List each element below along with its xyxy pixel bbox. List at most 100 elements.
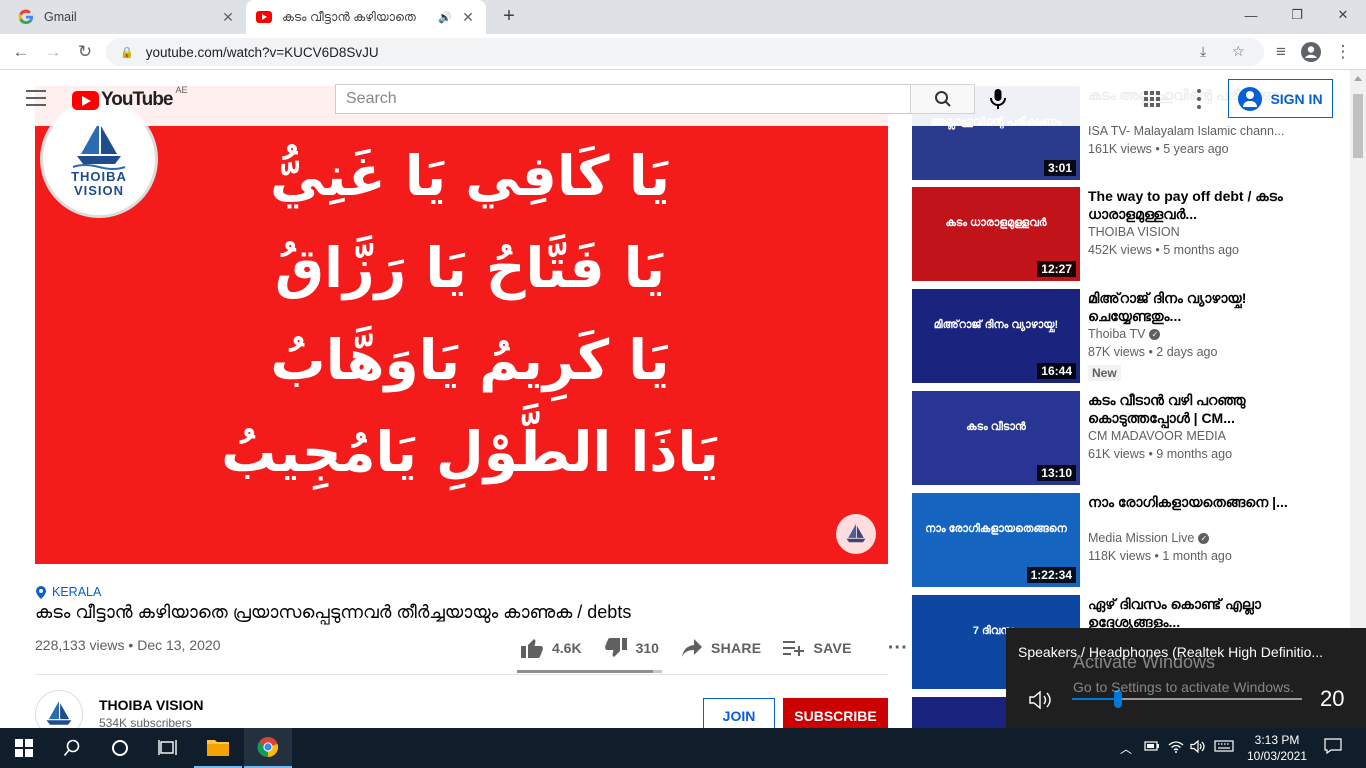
youtube-logo[interactable]: YouTube AE xyxy=(72,85,187,111)
folder-icon xyxy=(207,740,229,756)
task-view-button[interactable] xyxy=(144,728,192,768)
save-button[interactable]: SAVE xyxy=(783,639,851,657)
restore-icon[interactable]: ❐ xyxy=(1274,0,1320,30)
share-button[interactable]: SHARE xyxy=(681,638,762,658)
country-code: AE xyxy=(175,85,188,95)
search-icon xyxy=(63,739,80,757)
file-explorer-button[interactable] xyxy=(194,728,242,768)
scrollbar-thumb[interactable] xyxy=(1353,94,1363,158)
recommended-video-title[interactable]: മിഅ്‌റാജ് ദിനം വ്യാഴായ്ച! ചെയ്യേണ്ടതും..… xyxy=(1088,289,1318,325)
recommended-video-title[interactable]: നാം രോഗികളായതെങ്ങനെ |... xyxy=(1088,493,1318,511)
recommended-channel-name[interactable]: Thoiba TV ✓ xyxy=(1088,327,1161,341)
hamburger-menu-icon[interactable] xyxy=(26,90,46,106)
battery-icon[interactable] xyxy=(1144,740,1160,755)
video-thumbnail[interactable]: മിഅ്‌റാജ് ദിനം വ്യാഴായ്ച! 16:44 xyxy=(912,289,1080,383)
chrome-menu-icon[interactable]: ⋮ xyxy=(1330,39,1356,65)
logo-line-1: THOIBA xyxy=(71,169,127,184)
start-button[interactable] xyxy=(0,728,48,768)
dislike-button[interactable]: 310 xyxy=(604,637,659,659)
arabic-text: يَا كَافِي يَا غَنِيُّ يَا فَتَّاحُ يَا … xyxy=(175,130,765,498)
wifi-icon[interactable] xyxy=(1168,740,1184,756)
recommended-channel-name[interactable]: Media Mission Live ✓ xyxy=(1088,531,1210,545)
channel-watermark[interactable] xyxy=(836,514,876,554)
channel-name-text: THOIBA VISION xyxy=(1088,225,1180,239)
playlist-add-icon xyxy=(783,641,805,656)
video-thumbnail[interactable]: നാം രോഗികളായതെങ്ങനെ 1:22:34 xyxy=(912,493,1080,587)
show-hidden-icons-chevron-icon[interactable]: ︿ xyxy=(1120,740,1132,757)
share-label: SHARE xyxy=(710,640,762,656)
save-label: SAVE xyxy=(813,640,852,656)
recommended-video-title[interactable]: The way to pay off debt / കടം ധാരാളമുള്ള… xyxy=(1088,187,1318,223)
thumbnail-text: കടം വീടാൻ xyxy=(966,421,1026,433)
settings-menu-icon[interactable] xyxy=(1196,89,1202,109)
tab-youtube[interactable]: കടം വീട്ടാൻ കഴിയാതെ 🔊 ✕ xyxy=(246,0,486,34)
scroll-up-arrow-icon[interactable] xyxy=(1354,76,1362,81)
volume-slider[interactable] xyxy=(1072,698,1302,700)
channel-name[interactable]: THOIBA VISION xyxy=(99,697,204,713)
ship-icon xyxy=(46,700,72,725)
chrome-icon xyxy=(257,737,279,758)
channel-name-text: CM MADAVOOR MEDIA xyxy=(1088,429,1226,443)
recommended-video[interactable]: കടം വീടാൻ 13:10 കടം വീടാൻ വഴി പറഞ്ഞു കൊടുത… xyxy=(912,391,1342,485)
video-thumbnail[interactable]: കടം ധാരാളമുള്ളവർ 12:27 xyxy=(912,187,1080,281)
like-button[interactable]: 4.6K xyxy=(520,637,582,659)
thumbnail-text: നാം രോഗികളായതെങ്ങനെ xyxy=(925,523,1067,535)
search-taskbar-button[interactable] xyxy=(48,728,96,768)
recommended-video[interactable]: നാം രോഗികളായതെങ്ങനെ 1:22:34 നാം രോഗികളായതെ… xyxy=(912,493,1342,587)
view-count: 228,133 views xyxy=(35,637,125,653)
youtube-icon xyxy=(256,9,272,25)
lock-icon[interactable]: 🔒 xyxy=(120,46,134,59)
recommended-video-meta: 87K views • 2 days ago xyxy=(1088,345,1218,359)
recommended-video-title[interactable]: ഏഴ് ദിവസം കൊണ്ട് എല്ലാ ഉദ്ദേശ്യങ്ങളും... xyxy=(1088,595,1318,631)
forward-icon[interactable]: → xyxy=(40,39,66,65)
new-tab-button[interactable]: + xyxy=(498,6,520,28)
recommended-channel-name[interactable]: ISA TV- Malayalam Islamic chann... xyxy=(1088,124,1284,138)
recommended-video[interactable]: കടം ധാരാളമുള്ളവർ 12:27 The way to pay off … xyxy=(912,187,1342,281)
recommended-video[interactable]: മിഅ്‌റാജ് ദിനം വ്യാഴായ്ച! 16:44 മിഅ്‌റാജ് … xyxy=(912,289,1342,383)
recommended-channel-name[interactable]: CM MADAVOOR MEDIA xyxy=(1088,429,1226,443)
close-tab-icon[interactable]: ✕ xyxy=(220,9,236,26)
apps-grid-icon[interactable] xyxy=(1144,91,1160,107)
recommended-channel-name[interactable]: THOIBA VISION xyxy=(1088,225,1180,239)
recommended-video-meta: 61K views • 9 months ago xyxy=(1088,447,1233,461)
more-actions-icon[interactable]: ··· xyxy=(888,637,908,660)
video-thumbnail[interactable]: കടം വീടാൻ 13:10 xyxy=(912,391,1080,485)
back-icon[interactable]: ← xyxy=(8,39,34,65)
search-button[interactable] xyxy=(910,84,975,114)
recommended-video-title[interactable]: കടം വീടാൻ വഴി പറഞ്ഞു കൊടുത്തപ്പോൾ | CM..… xyxy=(1088,391,1318,427)
video-player[interactable]: THOIBA VISION يَا كَافِي يَا غَنِيُّ يَا… xyxy=(35,86,888,564)
location-text: KERALA xyxy=(52,585,102,599)
sign-in-button[interactable]: SIGN IN xyxy=(1228,79,1333,118)
volume-tray-icon[interactable] xyxy=(1190,739,1206,756)
speaker-icon[interactable] xyxy=(1028,690,1054,710)
search-input[interactable]: Search xyxy=(335,84,911,114)
close-window-icon[interactable]: ✕ xyxy=(1320,0,1366,30)
taskbar-clock[interactable]: 3:13 PM 10/03/2021 xyxy=(1242,732,1312,764)
address-bar[interactable]: 🔒 youtube.com/watch?v=KUCV6D8SvJU ⤓ ☆ xyxy=(106,38,1264,66)
youtube-masthead: YouTube AE Search SIGN IN xyxy=(0,70,1350,126)
reload-icon[interactable]: ↻ xyxy=(72,39,98,65)
upload-date: Dec 13, 2020 xyxy=(137,637,221,653)
audio-playing-icon[interactable]: 🔊 xyxy=(438,11,452,24)
thumbs-down-icon xyxy=(604,638,627,657)
minimize-icon[interactable]: — xyxy=(1228,0,1274,30)
location-link[interactable]: KERALA xyxy=(36,585,101,599)
install-icon[interactable]: ⤓ xyxy=(1200,43,1206,60)
close-tab-icon[interactable]: ✕ xyxy=(460,9,476,26)
recommended-video-meta: 452K views • 5 months ago xyxy=(1088,243,1239,257)
thumbnail-text: മിഅ്‌റാജ് ദിനം വ്യാഴായ്ച! xyxy=(933,319,1059,331)
keyboard-icon[interactable] xyxy=(1214,740,1234,755)
bookmark-star-icon[interactable]: ☆ xyxy=(1232,43,1245,60)
tab-gmail[interactable]: Gmail ✕ xyxy=(8,0,246,34)
microphone-icon[interactable] xyxy=(988,88,1008,110)
chrome-taskbar-button[interactable] xyxy=(244,728,292,768)
profile-icon[interactable] xyxy=(1298,39,1324,65)
action-center-icon[interactable] xyxy=(1324,738,1342,757)
channel-name-text: ISA TV- Malayalam Islamic chann... xyxy=(1088,124,1285,138)
search-icon xyxy=(934,91,951,107)
cortana-button[interactable] xyxy=(96,728,144,768)
thumbnail-text: കടം ധാരാളമുള്ളവർ xyxy=(945,217,1047,229)
browser-toolbar: ← → ↻ 🔒 youtube.com/watch?v=KUCV6D8SvJU … xyxy=(0,34,1366,70)
media-queue-icon[interactable]: ≡ xyxy=(1268,39,1294,65)
clock-date: 10/03/2021 xyxy=(1246,749,1308,763)
